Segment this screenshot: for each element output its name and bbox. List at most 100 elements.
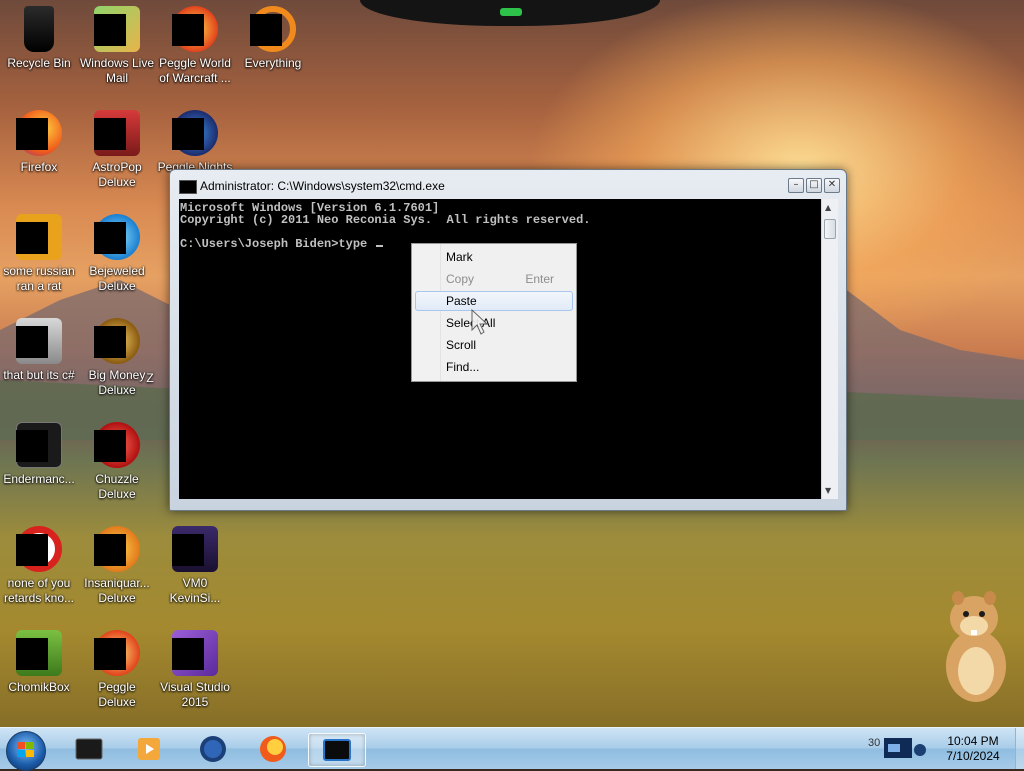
- desktop-icon-label: Z: [146, 371, 154, 385]
- desktop-icon-label: ChomikBox: [8, 680, 70, 694]
- menu-item-select-all[interactable]: Select All: [415, 313, 571, 333]
- desktop-icon-some-russian[interactable]: some russian ran a rat: [0, 214, 78, 294]
- desktop-icon-label: Peggle World of Warcraft ...: [159, 56, 231, 85]
- window-controls: – □ ✕: [788, 178, 840, 193]
- desktop-icon-peggle-world-of-warcraft[interactable]: Peggle World of Warcraft ...: [156, 6, 234, 86]
- desktop-icon-astropop-deluxe[interactable]: AstroPop Deluxe: [78, 110, 156, 190]
- desktop-icon-peggle-nights[interactable]: Peggle Nights: [156, 110, 234, 175]
- show-desktop-button[interactable]: [1015, 728, 1024, 769]
- system-clock[interactable]: 10:04 PM 7/10/2024: [930, 734, 1016, 764]
- desktop-icon-none-of-you[interactable]: none of you retards kno...: [0, 526, 78, 606]
- cmd-icon: [323, 739, 351, 761]
- desktop-icon-that-but-its-c[interactable]: that but its c#: [0, 318, 78, 383]
- taskbar-item-firefox[interactable]: [256, 733, 290, 765]
- desktop-icon-recycle-bin[interactable]: Recycle Bin: [0, 6, 78, 71]
- desktop-icon-label: Bejeweled Deluxe: [89, 264, 145, 293]
- opera-icon: [16, 526, 62, 572]
- menu-item-label: Copy: [446, 272, 475, 286]
- desktop-icon-insaniquarium-deluxe[interactable]: Insaniquar... Deluxe: [78, 526, 156, 606]
- close-button[interactable]: ✕: [824, 178, 840, 193]
- menu-item-label: Scroll: [446, 338, 477, 352]
- taskbar-item-globe[interactable]: [196, 733, 230, 765]
- minimize-button[interactable]: –: [788, 178, 804, 193]
- bejeweled-icon: [94, 214, 140, 260]
- menu-item-shortcut: Enter: [525, 272, 554, 286]
- desktop-icon-label: Chuzzle Deluxe: [95, 472, 139, 501]
- mouse-pointer-icon: [471, 308, 489, 335]
- globe-icon: [200, 736, 226, 762]
- desktop-icon-partial[interactable]: Z: [130, 371, 170, 386]
- folder-stack-icon: [16, 318, 62, 364]
- money-icon: [94, 318, 140, 364]
- cmd-icon: [179, 180, 197, 194]
- taskbar: 30 10:04 PM 7/10/2024: [0, 727, 1024, 771]
- desktop-icon-label: Firefox: [20, 160, 58, 174]
- menu-item-label: Mark: [446, 250, 473, 264]
- clock-time: 10:04 PM: [947, 734, 999, 748]
- windows-logo-icon: [17, 742, 34, 757]
- file-icon: [16, 214, 62, 260]
- desktop-icon-windows-live-mail[interactable]: Windows Live Mail: [78, 6, 156, 86]
- fish-icon: [94, 526, 140, 572]
- firefox-icon: [260, 736, 286, 762]
- desktop-icon-label: Visual Studio 2015: [160, 680, 230, 709]
- mail-icon: [94, 6, 140, 52]
- window-title: Administrator: C:\Windows\system32\cmd.e…: [200, 179, 445, 193]
- peggle-icon: [172, 6, 218, 52]
- desktop-icon-bejeweled-deluxe[interactable]: Bejeweled Deluxe: [78, 214, 156, 294]
- console-line: Copyright (c) 2011 Neo Reconia Sys. All …: [180, 213, 591, 227]
- menu-item-find[interactable]: Find...: [415, 357, 571, 377]
- peggle-nights-icon: [172, 110, 218, 156]
- desktop-icon-label: VM0 KevinSi...: [169, 576, 221, 605]
- taskbar-item-media-player[interactable]: [132, 733, 166, 765]
- tray-icons[interactable]: [864, 730, 940, 766]
- scroll-up-icon[interactable]: ▲: [825, 203, 831, 212]
- taskbar-item-terminal[interactable]: [72, 733, 106, 765]
- start-button[interactable]: [6, 731, 46, 771]
- scroll-down-icon[interactable]: ▼: [825, 486, 831, 495]
- menu-item-label: Find...: [446, 360, 480, 374]
- chuzzle-icon: [94, 422, 140, 468]
- firefox-icon: [16, 110, 62, 156]
- terminal-icon: [75, 738, 103, 760]
- menu-item-scroll[interactable]: Scroll: [415, 335, 571, 355]
- desktop-icon-label: AstroPop Deluxe: [92, 160, 142, 189]
- media-player-icon: [138, 738, 160, 760]
- console-prompt: C:\Users\Joseph Biden>type: [180, 237, 375, 251]
- search-icon: [250, 6, 296, 52]
- vertical-scrollbar[interactable]: ▲ ▼: [821, 199, 838, 499]
- chomikbox-icon: [16, 630, 62, 676]
- desktop-icon-label: Windows Live Mail: [79, 56, 155, 85]
- astropop-icon: [94, 110, 140, 156]
- desktop-icon-vm0[interactable]: VM0 KevinSi...: [156, 526, 234, 606]
- desktop-icon-everything[interactable]: Everything: [234, 6, 312, 71]
- desktop-icon-chuzzle-deluxe[interactable]: Chuzzle Deluxe: [78, 422, 156, 502]
- menu-item-mark[interactable]: Mark: [415, 247, 571, 267]
- desktop-icon-label: Everything: [244, 56, 302, 70]
- menu-item-paste[interactable]: Paste: [415, 291, 573, 311]
- desktop-icon-big-money-deluxe[interactable]: Big Money Deluxe: [78, 318, 156, 398]
- desktop-icon-label: none of you retards kno...: [3, 576, 75, 605]
- desktop-icon-visual-studio-2015[interactable]: Visual Studio 2015: [156, 630, 234, 710]
- menu-item-copy[interactable]: Copy Enter: [415, 269, 571, 289]
- window-titlebar[interactable]: Administrator: C:\Windows\system32\cmd.e…: [170, 170, 846, 200]
- scrollbar-thumb[interactable]: [824, 219, 836, 239]
- visual-studio-icon: [172, 630, 218, 676]
- taskbar-item-cmd[interactable]: [308, 733, 366, 767]
- maximize-button[interactable]: □: [806, 178, 822, 193]
- recycle-bin-icon: [16, 6, 62, 52]
- text-cursor: [376, 245, 384, 247]
- desktop-icon-endermanc[interactable]: Endermanc...: [0, 422, 78, 487]
- hamster-mascot: [946, 591, 1006, 702]
- desktop-icon-label: some russian ran a rat: [3, 264, 75, 293]
- desktop-icon-chomikbox[interactable]: ChomikBox: [0, 630, 78, 695]
- desktop-icon-label: Endermanc...: [3, 472, 75, 486]
- context-menu: Mark Copy Enter Paste Select All Scroll …: [411, 243, 577, 382]
- desktop-icon-label: Peggle Deluxe: [98, 680, 136, 709]
- desktop-icon-peggle-deluxe[interactable]: Peggle Deluxe: [78, 630, 156, 710]
- desktop-icon-label: Insaniquar... Deluxe: [84, 576, 150, 605]
- status-led: [500, 8, 522, 16]
- clock-date: 7/10/2024: [946, 749, 1000, 763]
- desktop-icon-label: that but its c#: [3, 368, 75, 382]
- desktop-icon-firefox[interactable]: Firefox: [0, 110, 78, 175]
